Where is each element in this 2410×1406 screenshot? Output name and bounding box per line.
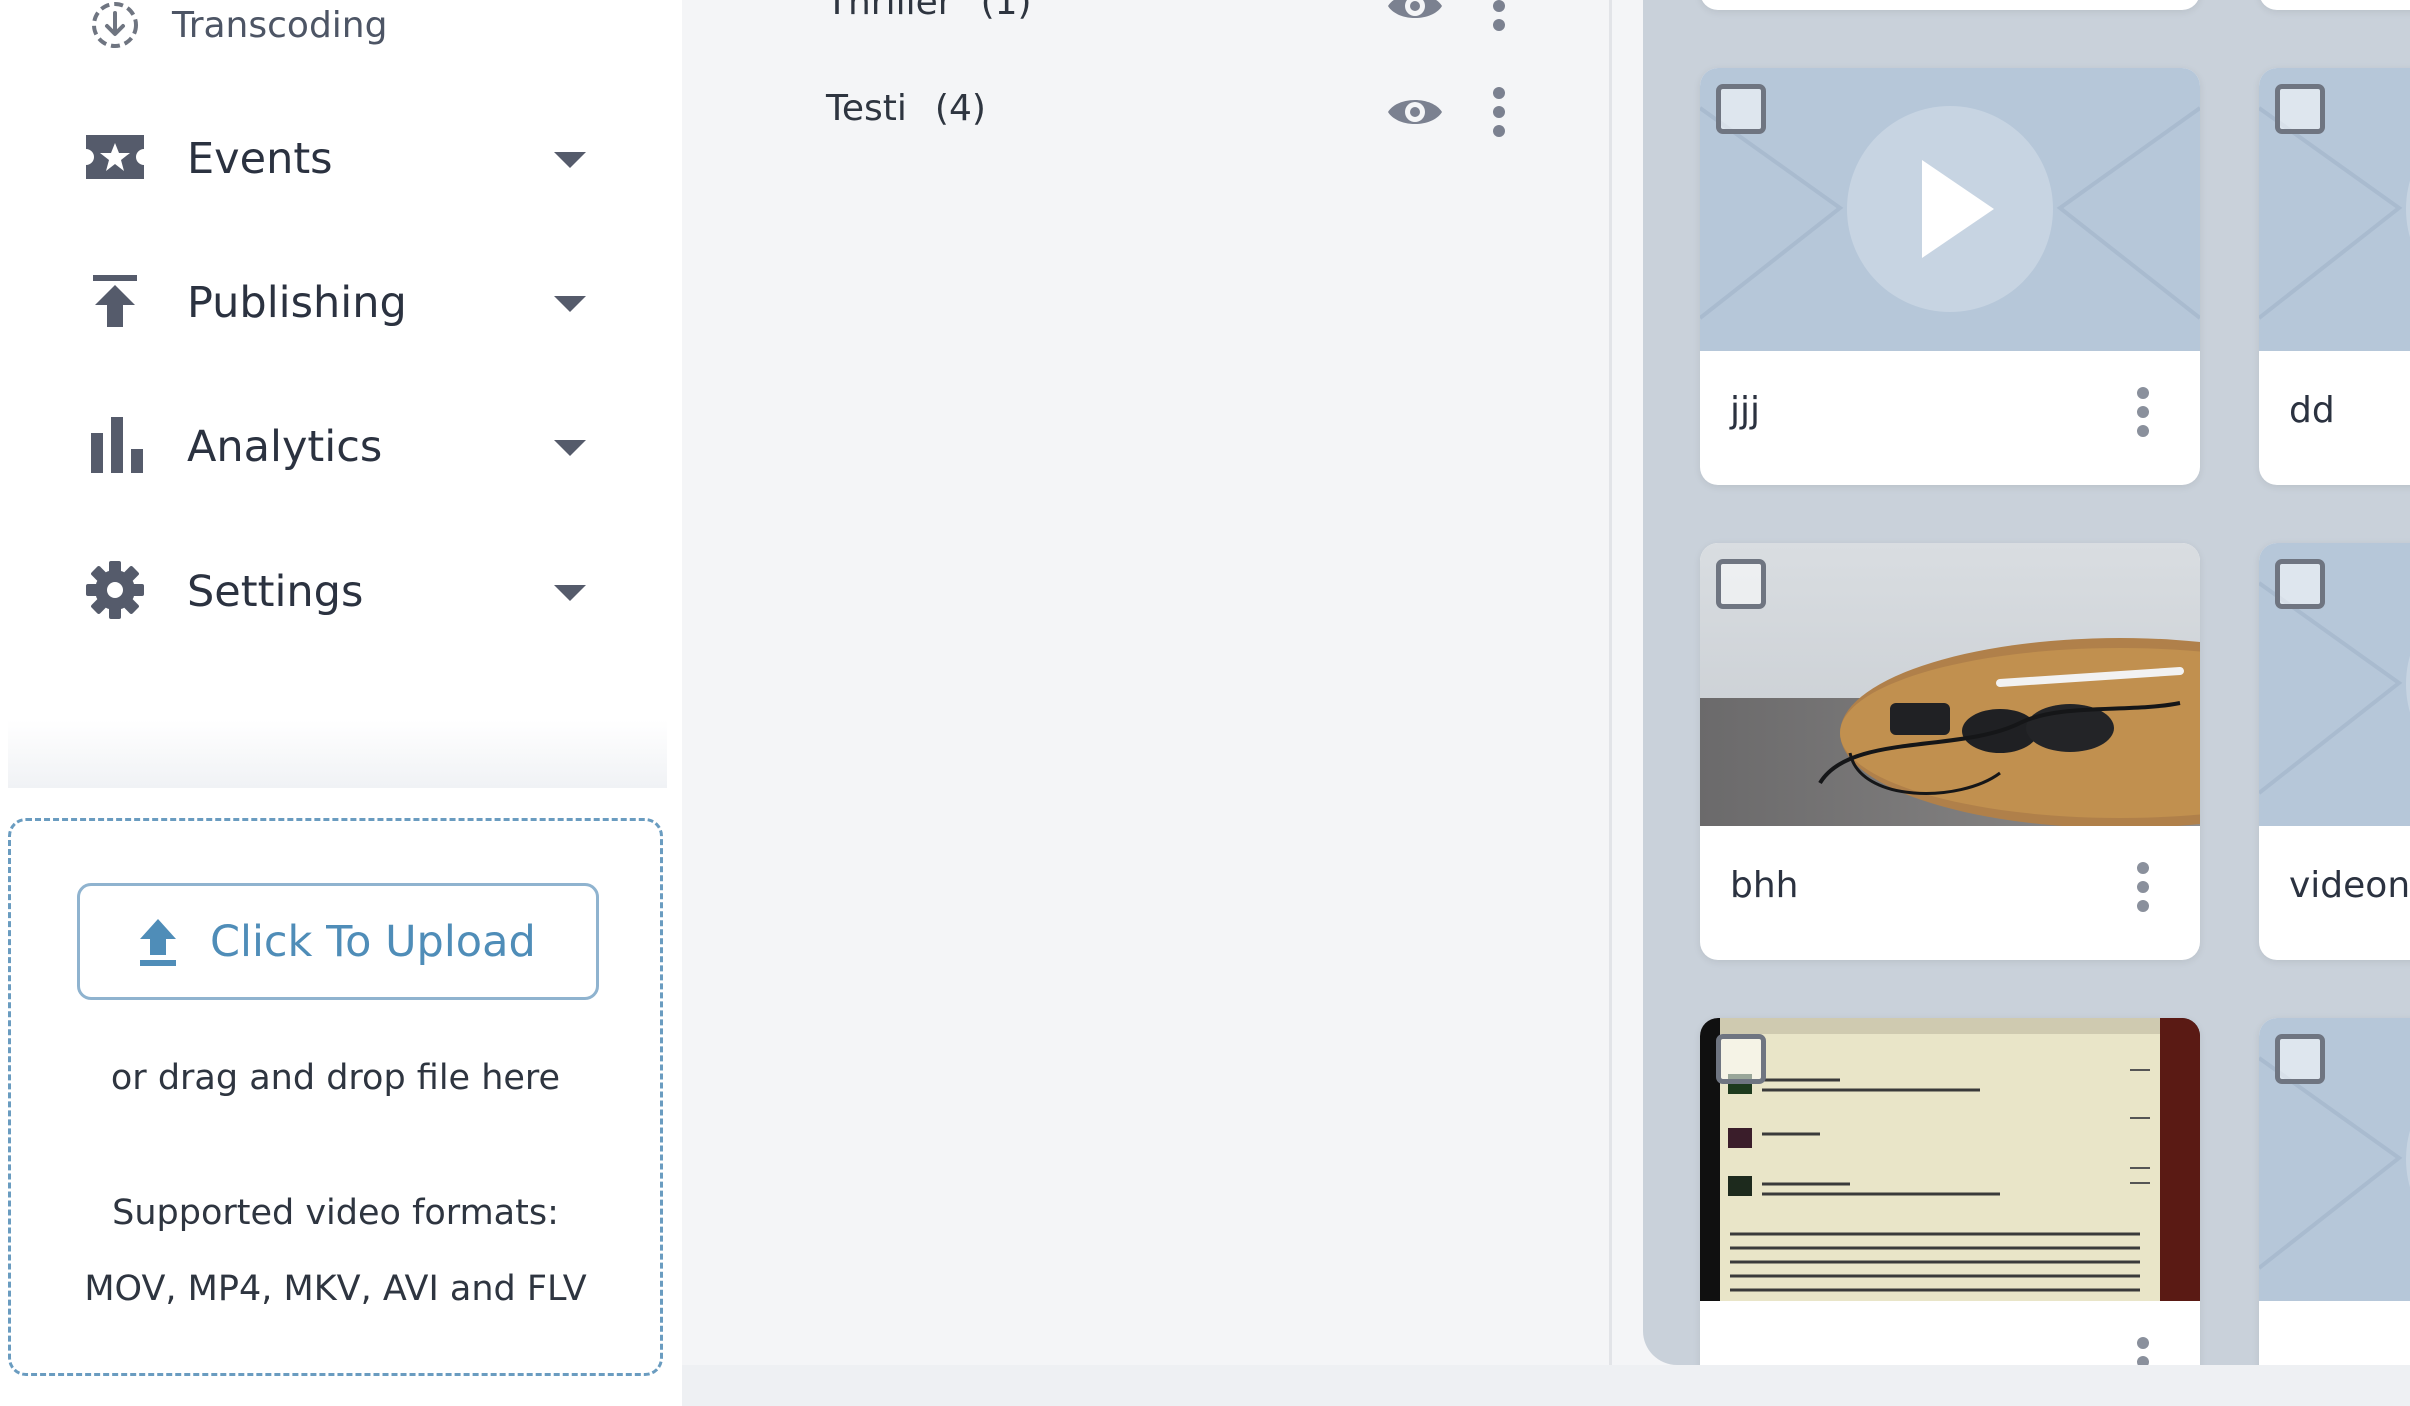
sidebar-item-label: Settings	[187, 567, 364, 617]
ticket-star-icon	[80, 122, 150, 192]
video-card-partial[interactable]	[2259, 0, 2410, 10]
video-card[interactable]: jjj	[1700, 68, 2200, 485]
more-vert-icon[interactable]	[1492, 0, 1506, 36]
eye-icon[interactable]	[1386, 0, 1444, 30]
sidebar-item-analytics[interactable]: Analytics	[80, 410, 586, 480]
video-title: dd	[2289, 390, 2335, 431]
more-vert-icon[interactable]	[2136, 386, 2150, 442]
drag-drop-hint: or drag and drop file here	[110, 1058, 561, 1098]
select-checkbox[interactable]	[2275, 1034, 2325, 1084]
select-checkbox[interactable]	[2275, 84, 2325, 134]
more-vert-icon[interactable]	[1492, 86, 1506, 142]
horizontal-scrollbar-track[interactable]	[682, 1365, 2410, 1406]
sidebar-divider	[8, 720, 667, 788]
genre-count: (1)	[980, 0, 1032, 23]
genre-name: Testi	[826, 88, 907, 129]
chevron-down-icon[interactable]	[554, 440, 586, 456]
upload-icon	[136, 917, 180, 967]
sidebar-item-label: Publishing	[187, 278, 407, 328]
video-card[interactable]	[2259, 1018, 2410, 1365]
chevron-down-icon[interactable]	[554, 152, 586, 168]
more-vert-icon[interactable]	[2136, 1336, 2150, 1365]
genre-name: Thriller	[826, 0, 953, 23]
sidebar-item-settings[interactable]: Settings	[80, 555, 586, 625]
video-title: bhh	[1730, 865, 1799, 906]
formats-title: Supported video formats:	[112, 1193, 559, 1233]
video-card[interactable]: bhh	[1700, 543, 2200, 960]
bar-chart-icon	[80, 410, 150, 480]
video-thumbnail[interactable]	[1700, 68, 2200, 351]
transcoding-icon	[80, 0, 150, 60]
select-checkbox[interactable]	[2275, 559, 2325, 609]
panel-divider	[1609, 0, 1612, 1365]
eye-icon[interactable]	[1386, 92, 1444, 136]
video-card[interactable]: dd	[2259, 68, 2410, 485]
sidebar-item-label: Analytics	[187, 422, 383, 472]
publish-icon	[80, 266, 150, 336]
sidebar-item-label: Events	[187, 134, 333, 184]
upload-button[interactable]: Click To Upload	[77, 883, 599, 1000]
formats-list: MOV, MP4, MKV, AVI and FLV	[84, 1269, 587, 1309]
sidebar-item-transcoding[interactable]: Transcoding	[80, 0, 387, 60]
genre-count: (4)	[934, 88, 986, 129]
gear-icon	[80, 555, 150, 625]
select-checkbox[interactable]	[1716, 84, 1766, 134]
upload-button-label: Click To Upload	[210, 916, 536, 967]
select-checkbox[interactable]	[1716, 1034, 1766, 1084]
video-title: jjj	[1730, 390, 1761, 431]
upload-dropzone[interactable]: Click To Upload or drag and drop file he…	[8, 818, 663, 1376]
sidebar: Transcoding Events Publishing Analytics …	[0, 0, 682, 1406]
more-vert-icon[interactable]	[2136, 861, 2150, 917]
sidebar-item-events[interactable]: Events	[80, 122, 586, 192]
video-card[interactable]: videon	[2259, 543, 2410, 960]
chevron-down-icon[interactable]	[554, 296, 586, 312]
chevron-down-icon[interactable]	[554, 585, 586, 601]
video-thumbnail[interactable]	[1700, 543, 2200, 826]
sidebar-item-publishing[interactable]: Publishing	[80, 266, 586, 336]
video-title: videon	[2289, 865, 2410, 906]
video-grid: jjj dd bhh videon	[1643, 0, 2410, 1365]
video-thumbnail[interactable]	[1700, 1018, 2200, 1301]
genre-list: Thriller (1) Testi (4)	[682, 0, 1612, 1406]
video-card[interactable]	[1700, 1018, 2200, 1365]
sidebar-item-label: Transcoding	[172, 4, 388, 46]
select-checkbox[interactable]	[1716, 559, 1766, 609]
video-card-partial[interactable]	[1700, 0, 2200, 10]
